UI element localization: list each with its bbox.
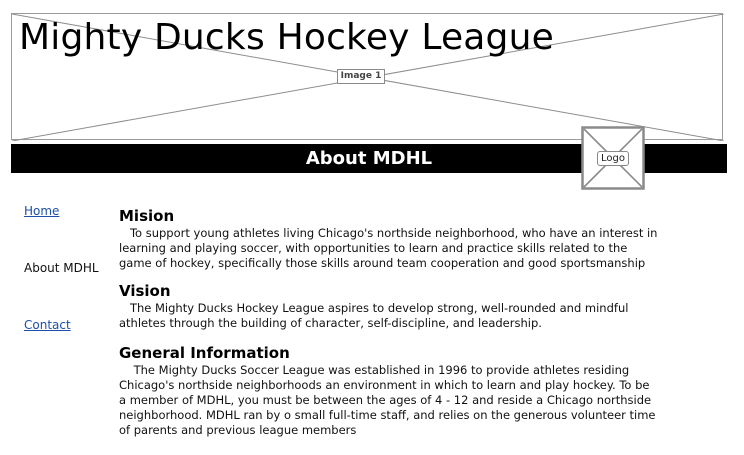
section-mission: Mision To support young athletes living … [119, 206, 659, 271]
section-title: Mision [119, 207, 175, 225]
main-content: Mision To support young athletes living … [119, 206, 659, 438]
section-body: The Mighty Ducks Hockey League aspires t… [119, 301, 629, 330]
section-title: General Information [119, 344, 290, 362]
image-placeholder-label: Image 1 [337, 69, 385, 84]
nav-link-home[interactable]: Home [24, 203, 59, 219]
section-body: The Mighty Ducks Soccer League was estab… [119, 363, 656, 437]
section-vision: Vision The Mighty Ducks Hockey League as… [119, 281, 659, 331]
logo-label: Logo [597, 151, 629, 166]
site-title: Mighty Ducks Hockey League [19, 17, 554, 58]
section-body: To support young athletes living Chicago… [119, 226, 658, 270]
section-title: Vision [119, 282, 171, 300]
nav-link-contact[interactable]: Contact [24, 317, 71, 333]
nav-item-about: About MDHL [24, 261, 99, 275]
section-general-information: General Information The Mighty Ducks Soc… [119, 343, 659, 438]
